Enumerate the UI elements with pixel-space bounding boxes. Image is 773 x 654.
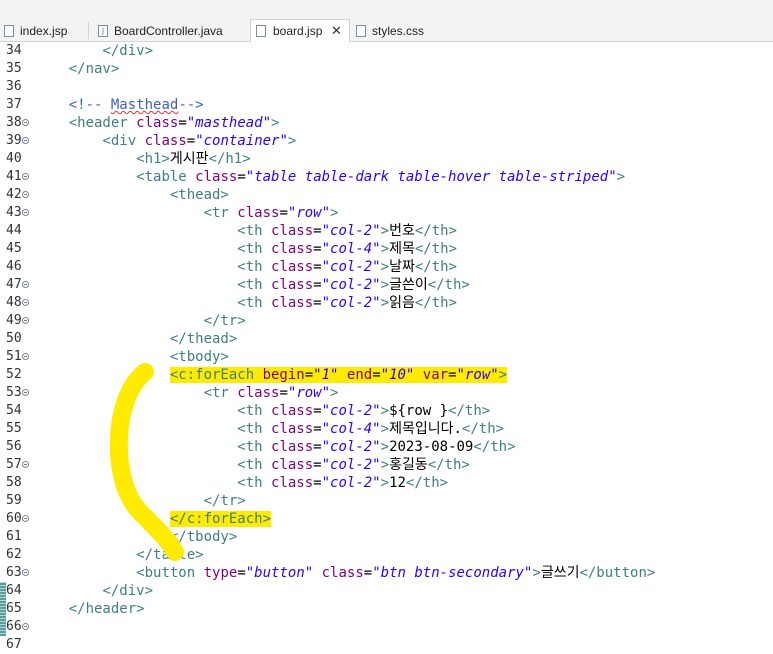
tab-divider — [88, 22, 89, 39]
jsp-file-icon — [256, 25, 266, 37]
java-file-icon: J — [98, 25, 108, 37]
tab-label: board.jsp — [273, 24, 323, 38]
jsp-file-icon — [4, 25, 14, 37]
tab-styles-css[interactable]: styles.css — [356, 20, 436, 42]
tab-boardcontroller-java[interactable]: J BoardController.java — [98, 20, 238, 42]
code-editor[interactable]: 34 </div> 35 </nav> 36 37 <!-- Masthead--> 3… — [0, 42, 773, 653]
close-tab-icon[interactable]: ✕ — [331, 20, 342, 42]
tab-index-jsp[interactable]: index.jsp — [4, 20, 84, 42]
highlight-stroke — [109, 363, 184, 561]
highlighter-mark — [109, 363, 184, 561]
tab-label: styles.css — [372, 24, 425, 38]
css-file-icon — [356, 25, 366, 37]
tab-label: BoardController.java — [114, 24, 223, 38]
editor-tab-bar: index.jsp J BoardController.java board.j… — [0, 0, 773, 42]
tab-board-jsp[interactable]: board.jsp ✕ — [250, 19, 350, 42]
tab-label: index.jsp — [20, 24, 68, 38]
